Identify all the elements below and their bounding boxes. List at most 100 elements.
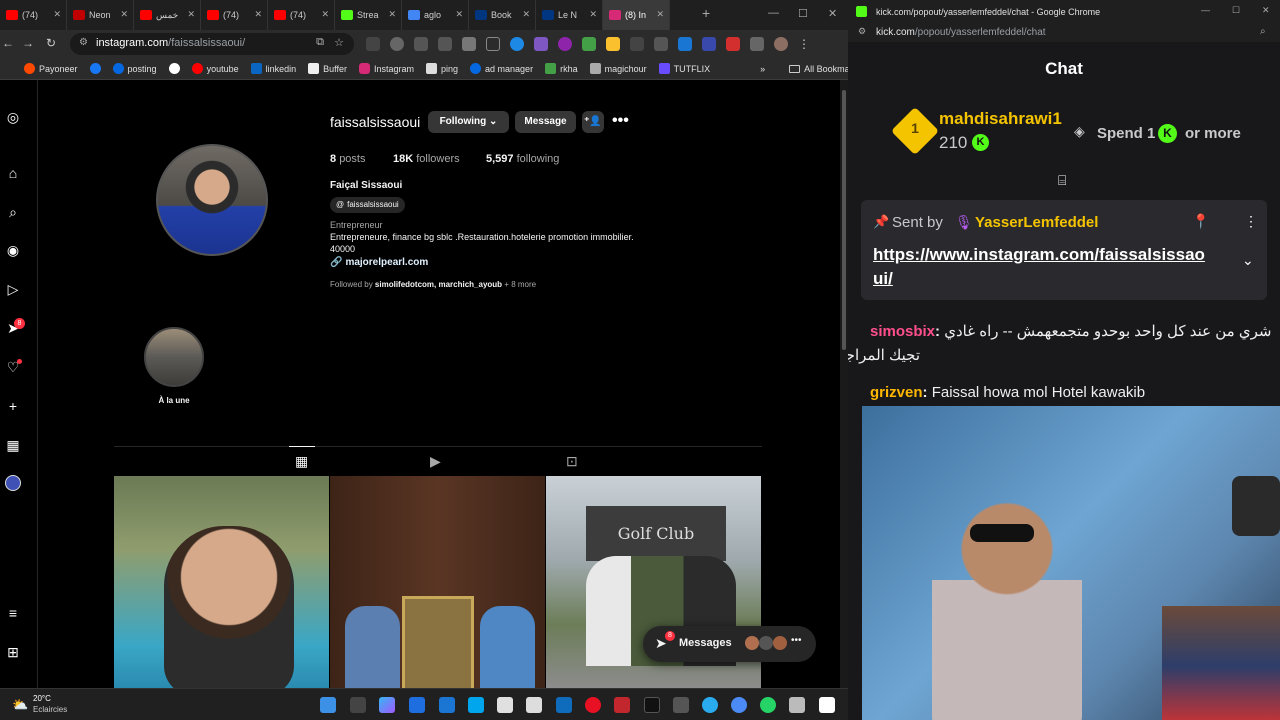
close-tab-icon[interactable]: ✕ <box>455 9 463 20</box>
taskbar-app-icon[interactable] <box>526 697 542 713</box>
close-tab-icon[interactable]: ✕ <box>388 9 396 20</box>
close-tab-icon[interactable]: ✕ <box>522 9 530 20</box>
close-tab-icon[interactable]: ✕ <box>120 9 128 20</box>
following-stat[interactable]: 5,597 following <box>486 153 559 165</box>
browser-tab[interactable]: Le N ✕ <box>536 0 603 30</box>
extension-icon[interactable] <box>510 37 524 51</box>
also-from-meta-icon[interactable]: ⊞ <box>5 644 21 660</box>
menu-dots-icon[interactable]: ⋮ <box>798 37 810 51</box>
options-dots-icon[interactable]: ••• <box>612 112 629 130</box>
bookmark-item[interactable]: posting <box>112 63 157 74</box>
extension-icon[interactable] <box>486 37 500 51</box>
extension-icon[interactable] <box>702 37 716 51</box>
explore-icon[interactable]: ◉ <box>5 242 21 258</box>
extension-icon[interactable] <box>630 37 644 51</box>
close-tab-icon[interactable]: ✕ <box>187 9 195 20</box>
bookmark-item[interactable]: TUTFLIX <box>658 63 710 74</box>
search-icon[interactable]: ⌕ <box>5 204 21 220</box>
tagged-tab-icon[interactable]: ⊡ <box>566 453 578 470</box>
close-tab-icon[interactable]: ✕ <box>321 9 329 20</box>
taskbar-app-icon[interactable] <box>731 697 747 713</box>
profile-picture[interactable] <box>156 144 268 256</box>
forward-icon[interactable]: → <box>22 36 34 50</box>
suggest-users-icon[interactable]: ⁺👤 <box>582 111 604 133</box>
extension-icon[interactable] <box>654 37 668 51</box>
browser-tab[interactable]: Neon ✕ <box>67 0 134 30</box>
bookmarks-overflow-icon[interactable]: » <box>760 64 765 74</box>
notion-icon[interactable] <box>819 697 835 713</box>
close-tab-icon[interactable]: ✕ <box>589 9 597 20</box>
dashboard-icon[interactable]: ▦ <box>5 437 21 453</box>
browser-tab[interactable]: (74) ✕ <box>0 0 67 30</box>
extension-icon[interactable] <box>534 37 548 51</box>
posts-grid-icon[interactable]: ▦ <box>295 453 308 470</box>
extension-icon[interactable] <box>726 37 740 51</box>
taskbar-app-icon[interactable] <box>789 697 805 713</box>
messages-floating-button[interactable]: ➤ 8 Messages ••• <box>643 626 816 662</box>
taskbar-app-icon[interactable] <box>468 697 484 713</box>
message-button[interactable]: Message <box>515 111 576 133</box>
taskbar-app-icon[interactable] <box>673 697 689 713</box>
reels-tab-icon[interactable]: ▶ <box>430 453 441 470</box>
extension-icon[interactable] <box>606 37 620 51</box>
create-icon[interactable]: + <box>5 398 21 414</box>
all-bookmarks-folder[interactable]: All Bookmarks <box>789 64 848 74</box>
copilot-icon[interactable] <box>379 697 395 713</box>
minimize-icon[interactable]: — <box>1201 5 1210 15</box>
extension-icon[interactable] <box>390 37 404 51</box>
bookmark-item[interactable]: ping <box>426 63 458 74</box>
profile-avatar-icon[interactable] <box>774 37 788 51</box>
outlook-icon[interactable] <box>556 697 572 713</box>
bookmark-item[interactable] <box>168 63 180 74</box>
story-highlight[interactable] <box>144 327 204 387</box>
extension-icon[interactable] <box>366 37 380 51</box>
extension-icon[interactable] <box>558 37 572 51</box>
post-thumbnail[interactable] <box>330 476 545 688</box>
pinned-menu-icon[interactable]: ⋮ <box>1244 213 1258 230</box>
post-thumbnail[interactable] <box>114 476 329 688</box>
leader-username[interactable]: mahdisahrawi1 <box>939 109 1062 129</box>
extension-icon[interactable] <box>582 37 596 51</box>
taskbar-app-icon[interactable] <box>439 697 455 713</box>
telegram-icon[interactable] <box>702 697 718 713</box>
bookmark-item[interactable]: youtube <box>191 63 239 74</box>
browser-tab[interactable]: Book ✕ <box>469 0 536 30</box>
back-icon[interactable]: ← <box>2 36 14 50</box>
reload-icon[interactable]: ↻ <box>46 36 56 50</box>
site-info-icon[interactable]: ⚙ <box>858 26 866 37</box>
browser-tab[interactable]: (8) In ✕ <box>603 0 670 30</box>
expand-chevron-icon[interactable]: ⌄ <box>1242 252 1254 269</box>
browser-tab[interactable]: خمس ✕ <box>134 0 201 30</box>
close-tab-icon[interactable]: ✕ <box>656 9 664 20</box>
close-tab-icon[interactable]: ✕ <box>254 9 262 20</box>
pinned-username[interactable]: YasserLemfeddel <box>975 214 1098 231</box>
extension-icon[interactable] <box>414 37 428 51</box>
site-info-icon[interactable]: ⚙ <box>79 37 88 48</box>
extensions-puzzle-icon[interactable] <box>750 37 764 51</box>
followed-by[interactable]: Followed by simolifedotcom, marchich_ayo… <box>330 280 536 289</box>
home-icon[interactable]: ⌂ <box>5 165 21 181</box>
bookmark-item[interactable] <box>89 63 101 74</box>
reels-icon[interactable]: ▷ <box>5 281 21 297</box>
bookmark-item[interactable]: ad manager <box>470 63 533 74</box>
close-window-icon[interactable]: ✕ <box>1262 5 1270 16</box>
extension-icon[interactable] <box>438 37 452 51</box>
close-window-icon[interactable]: ✕ <box>828 7 837 20</box>
unpin-icon[interactable]: 📍 <box>1192 213 1209 230</box>
close-tab-icon[interactable]: ✕ <box>53 9 61 20</box>
weather-icon[interactable]: ⛅ <box>12 697 28 713</box>
url-input[interactable]: ⚙ instagram.com/faissalsissaoui/ ⧉ ☆ <box>70 33 354 55</box>
bookmark-item[interactable]: Instagram <box>358 63 414 74</box>
install-app-icon[interactable]: ⧉ <box>316 36 324 49</box>
bookmark-item[interactable]: magichour <box>589 63 647 74</box>
zoom-icon[interactable]: ⌕ <box>1260 26 1266 37</box>
opera-icon[interactable] <box>585 697 601 713</box>
maximize-icon[interactable]: ☐ <box>1232 5 1240 16</box>
pinned-link[interactable]: https://www.instagram.com/faissalsissao <box>873 245 1205 265</box>
profile-link[interactable]: 🔗 majorelpearl.com <box>330 257 428 268</box>
browser-tab[interactable]: (74) ✕ <box>201 0 268 30</box>
bookmark-item[interactable]: rkha <box>545 63 578 74</box>
maximize-icon[interactable]: ☐ <box>798 7 808 20</box>
page-scrollbar[interactable] <box>840 80 848 688</box>
pinned-link-cont[interactable]: ui/ <box>873 269 893 289</box>
